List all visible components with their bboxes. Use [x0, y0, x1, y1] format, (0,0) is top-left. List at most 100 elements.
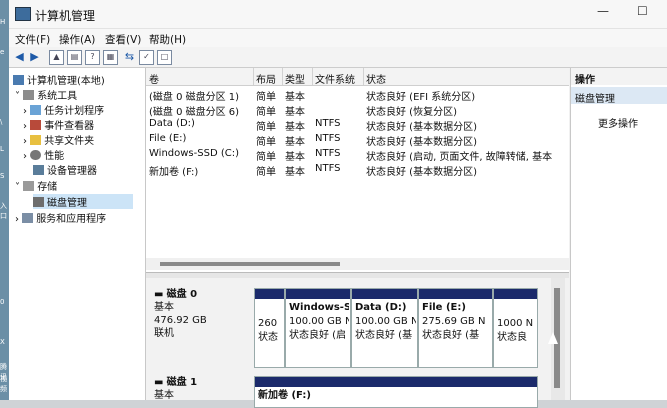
tree-item-task-scheduler[interactable]: › 任务计划程序	[23, 102, 104, 117]
tree-label: 磁盘管理	[47, 198, 87, 209]
help-icon[interactable]: ?	[85, 50, 100, 65]
forward-arrow-icon[interactable]: ▶	[28, 50, 41, 63]
back-arrow-icon[interactable]: ◀	[13, 50, 26, 63]
desktop-fragment: e	[0, 48, 5, 56]
tree-item-disk-management[interactable]: 磁盘管理	[33, 194, 133, 209]
partition-windows[interactable]: Windows-S 100.00 GB N 状态良好 (启	[285, 288, 351, 368]
disk-management-pane: 卷 布局 类型 文件系统 状态 (磁盘 0 磁盘分区 1) 简单 基本 状态良好…	[146, 68, 569, 408]
partition-file[interactable]: File (E:) 275.69 GB N 状态良好 (基	[418, 288, 493, 368]
action-disk-management[interactable]: 磁盘管理	[571, 87, 667, 105]
volume-name: File (E:)	[149, 133, 187, 144]
event-log-icon	[30, 120, 42, 130]
tree-label: 事件查看器	[44, 121, 95, 132]
desktop-fragment: S	[0, 172, 5, 180]
chevron-down-icon: ˅	[15, 91, 24, 102]
partition-size: 275.69 GB N	[422, 316, 486, 327]
volume-row[interactable]: 新加卷 (F:) 简单 基本 NTFS 状态良好 (基本数据分区)	[146, 162, 569, 178]
column-volume[interactable]: 卷	[149, 71, 159, 86]
title-bar[interactable]: 计算机管理 — ☐	[9, 0, 667, 29]
tree-item-performance[interactable]: › 性能	[23, 147, 64, 162]
properties-icon[interactable]: ▦	[103, 50, 118, 65]
partition-bar	[255, 289, 284, 299]
volume-type: 基本	[285, 152, 305, 163]
desktop-fragment: 视频	[0, 375, 7, 393]
partition-name: Data (D:)	[355, 302, 407, 313]
partition-new-volume[interactable]: 新加卷 (F:)	[254, 376, 538, 408]
volume-layout: 简单	[256, 137, 276, 148]
volume-fs: NTFS	[315, 133, 341, 144]
menu-help[interactable]: 帮助(H)	[149, 32, 186, 47]
chevron-down-icon: ˅	[15, 182, 24, 193]
volume-row[interactable]: (磁盘 0 磁盘分区 1) 简单 基本 状态良好 (EFI 系统分区)	[146, 87, 569, 103]
desktop-fragment: H	[0, 18, 6, 26]
computer-management-icon	[15, 7, 31, 21]
menu-action[interactable]: 操作(A)	[59, 32, 95, 47]
tree-item-event-viewer[interactable]: › 事件查看器	[23, 117, 94, 132]
actions-title: 操作	[575, 75, 595, 86]
partition-data[interactable]: Data (D:) 100.00 GB N 状态良好 (基	[351, 288, 418, 368]
connect-icon[interactable]: ⇆	[123, 50, 136, 63]
disk-state: 联机	[154, 328, 174, 339]
tree-item-services-apps[interactable]: › 服务和应用程序	[15, 210, 106, 225]
mouse-cursor-icon	[548, 332, 558, 344]
tree-item-storage[interactable]: ˅ 存储	[15, 178, 57, 193]
volume-status: 状态良好 (恢复分区)	[366, 107, 457, 118]
minimize-icon[interactable]: —	[597, 4, 609, 18]
column-status[interactable]: 状态	[366, 71, 386, 86]
tools-icon	[23, 90, 35, 100]
volume-row[interactable]: (磁盘 0 磁盘分区 6) 简单 基本 状态良好 (恢复分区)	[146, 102, 569, 118]
volume-layout: 简单	[256, 152, 276, 163]
menu-view[interactable]: 查看(V)	[105, 32, 141, 47]
volume-row[interactable]: Windows-SSD (C:) 简单 基本 NTFS 状态良好 (启动, 页面…	[146, 147, 569, 163]
partition-bar	[352, 289, 417, 299]
tree-item-system-tools[interactable]: ˅ 系统工具	[15, 87, 77, 102]
partition-bar	[494, 289, 537, 299]
more-actions-link[interactable]: 更多操作	[598, 115, 638, 130]
partition-recovery[interactable]: 1000 N 状态良	[493, 288, 538, 368]
tree-item-root[interactable]: 计算机管理(本地)	[13, 72, 105, 87]
volume-status: 状态良好 (基本数据分区)	[366, 122, 477, 133]
disk-icon	[33, 197, 44, 207]
volume-name: Data (D:)	[149, 118, 195, 129]
tree-label: 性能	[44, 151, 65, 162]
column-divider[interactable]	[312, 68, 313, 85]
column-filesystem[interactable]: 文件系统	[315, 71, 355, 86]
volume-row[interactable]: Data (D:) 简单 基本 NTFS 状态良好 (基本数据分区)	[146, 117, 569, 133]
column-divider[interactable]	[253, 68, 254, 85]
volume-type: 基本	[285, 122, 305, 133]
partition-efi[interactable]: 260 状态	[254, 288, 285, 368]
volume-row[interactable]: File (E:) 简单 基本 NTFS 状态良好 (基本数据分区)	[146, 132, 569, 148]
desktop-fragment: X	[0, 338, 5, 346]
horizontal-scrollbar[interactable]	[146, 258, 569, 270]
partition-size: 100.00 GB N	[355, 316, 416, 327]
volume-status: 状态良好 (基本数据分区)	[366, 167, 477, 178]
volume-type: 基本	[285, 137, 305, 148]
volume-type: 基本	[285, 167, 305, 178]
disk-type: 基本	[154, 302, 174, 313]
volume-name: 新加卷 (F:)	[149, 167, 199, 178]
volume-type: 基本	[285, 92, 305, 103]
menu-file[interactable]: 文件(F)	[15, 32, 50, 47]
new-window-icon[interactable]: □	[157, 50, 172, 65]
column-divider[interactable]	[282, 68, 283, 85]
maximize-icon[interactable]: ☐	[637, 4, 648, 18]
column-divider[interactable]	[363, 68, 364, 85]
partition-status: 状态	[258, 332, 278, 343]
tree-label: 计算机管理(本地)	[27, 76, 105, 87]
partition-size: 100.00 GB N	[289, 316, 349, 327]
disk-1-info[interactable]: ▬ 磁盘 1 基本	[154, 376, 197, 402]
partition-bar	[286, 289, 350, 299]
partition-size: 1000 N	[497, 318, 534, 329]
folder-icon	[30, 135, 42, 145]
desktop-fragment: \	[0, 118, 3, 126]
tree-item-device-manager[interactable]: 设备管理器	[33, 162, 97, 177]
column-layout[interactable]: 布局	[256, 71, 276, 86]
tree-item-shared-folders[interactable]: › 共享文件夹	[23, 132, 94, 147]
check-icon[interactable]: ✓	[139, 50, 154, 65]
console-tree-icon[interactable]: ▤	[67, 50, 82, 65]
disk-0-info[interactable]: ▬ 磁盘 0 基本 476.92 GB 联机	[154, 288, 207, 340]
scrollbar-thumb[interactable]	[160, 262, 340, 266]
up-folder-icon[interactable]: ▲	[49, 50, 64, 65]
column-type[interactable]: 类型	[285, 71, 305, 86]
volume-status: 状态良好 (启动, 页面文件, 故障转储, 基本	[366, 152, 553, 163]
